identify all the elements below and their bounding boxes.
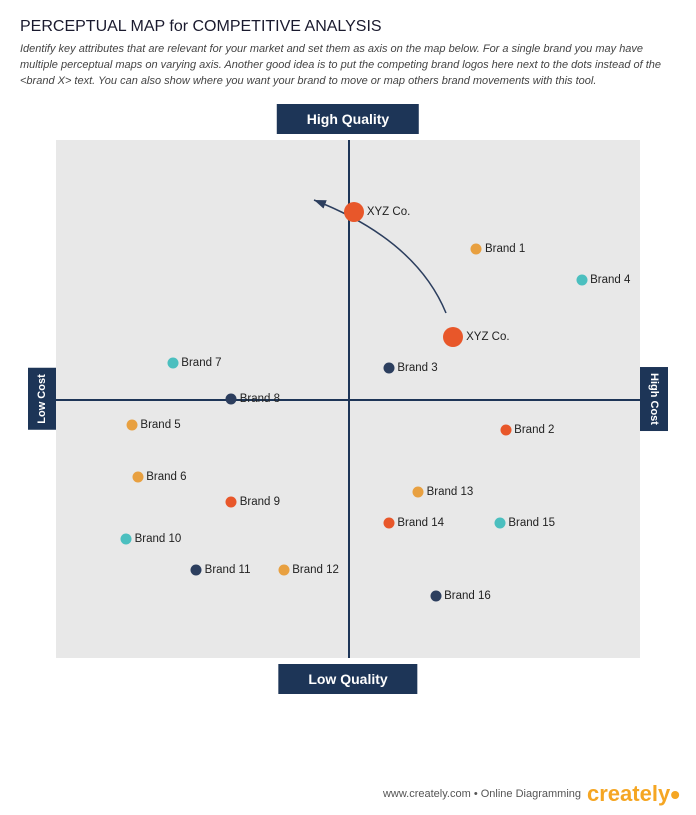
axis-label-right: High Cost bbox=[640, 367, 668, 431]
brand-label-brand10: Brand 10 bbox=[135, 533, 182, 545]
brand-dot-brand9 bbox=[226, 497, 237, 508]
brand-label-xyz1: XYZ Co. bbox=[367, 206, 410, 218]
title-bold: PERCEPTUAL MAP bbox=[20, 18, 165, 35]
brand-label-brand14: Brand 14 bbox=[397, 517, 444, 529]
chart-grid: XYZ Co. Brand 1 Brand 4 XYZ Co. Brand 3 Brand… bbox=[56, 140, 640, 658]
brand-dot-xyz1 bbox=[344, 202, 364, 222]
brand-label-brand13: Brand 13 bbox=[427, 486, 474, 498]
brand-dot-brand3 bbox=[383, 362, 394, 373]
title-normal: for COMPETITIVE ANALYSIS bbox=[165, 18, 382, 35]
brand-dot-brand7 bbox=[167, 357, 178, 368]
brand-dot-brand5 bbox=[126, 419, 137, 430]
brand-label-brand8: Brand 8 bbox=[240, 393, 280, 405]
brand-label-brand3: Brand 3 bbox=[397, 362, 437, 374]
brand-dot-xyz2 bbox=[443, 327, 463, 347]
page-title: PERCEPTUAL MAP for COMPETITIVE ANALYSIS bbox=[20, 18, 676, 36]
brand-label-brand6: Brand 6 bbox=[146, 471, 186, 483]
brand-dot-brand11 bbox=[191, 564, 202, 575]
brand-label-brand16: Brand 16 bbox=[444, 590, 491, 602]
brand-dot-brand12 bbox=[278, 564, 289, 575]
brand-label-brand7: Brand 7 bbox=[181, 357, 221, 369]
brand-dot-brand4 bbox=[576, 274, 587, 285]
axis-label-top: High Quality bbox=[277, 104, 419, 134]
footer: www.creately.com • Online Diagramming cr… bbox=[383, 781, 680, 807]
brand-label-brand5: Brand 5 bbox=[140, 419, 180, 431]
brand-dot-brand16 bbox=[430, 590, 441, 601]
brand-dot-brand8 bbox=[226, 393, 237, 404]
brand-dot-brand15 bbox=[494, 518, 505, 529]
creately-logo: creately• bbox=[587, 781, 680, 807]
axis-label-left: Low Cost bbox=[28, 368, 56, 430]
brand-label-brand9: Brand 9 bbox=[240, 496, 280, 508]
brand-dot-brand2 bbox=[500, 424, 511, 435]
footer-text: www.creately.com • Online Diagramming bbox=[383, 788, 581, 800]
creately-logo-dot: • bbox=[670, 779, 680, 810]
chart-area: High Quality Low Quality Low Cost High C… bbox=[28, 104, 668, 694]
creately-logo-text: creately bbox=[587, 781, 670, 806]
page: PERCEPTUAL MAP for COMPETITIVE ANALYSIS … bbox=[0, 0, 696, 815]
brand-label-xyz2: XYZ Co. bbox=[466, 331, 509, 343]
description-text: Identify key attributes that are relevan… bbox=[20, 42, 676, 90]
brand-label-brand4: Brand 4 bbox=[590, 274, 630, 286]
footer-tagline: • Online Diagramming bbox=[474, 788, 581, 800]
brand-label-brand15: Brand 15 bbox=[508, 517, 555, 529]
brand-dot-brand1 bbox=[471, 243, 482, 254]
brand-label-brand1: Brand 1 bbox=[485, 243, 525, 255]
brand-dot-brand13 bbox=[413, 487, 424, 498]
brand-dot-brand10 bbox=[121, 533, 132, 544]
footer-site: www.creately.com bbox=[383, 788, 471, 800]
brand-dot-brand14 bbox=[383, 518, 394, 529]
brand-label-brand11: Brand 11 bbox=[205, 564, 251, 576]
axis-label-bottom: Low Quality bbox=[278, 664, 417, 694]
brand-label-brand2: Brand 2 bbox=[514, 424, 554, 436]
brand-label-brand12: Brand 12 bbox=[292, 564, 339, 576]
brand-dot-brand6 bbox=[132, 471, 143, 482]
